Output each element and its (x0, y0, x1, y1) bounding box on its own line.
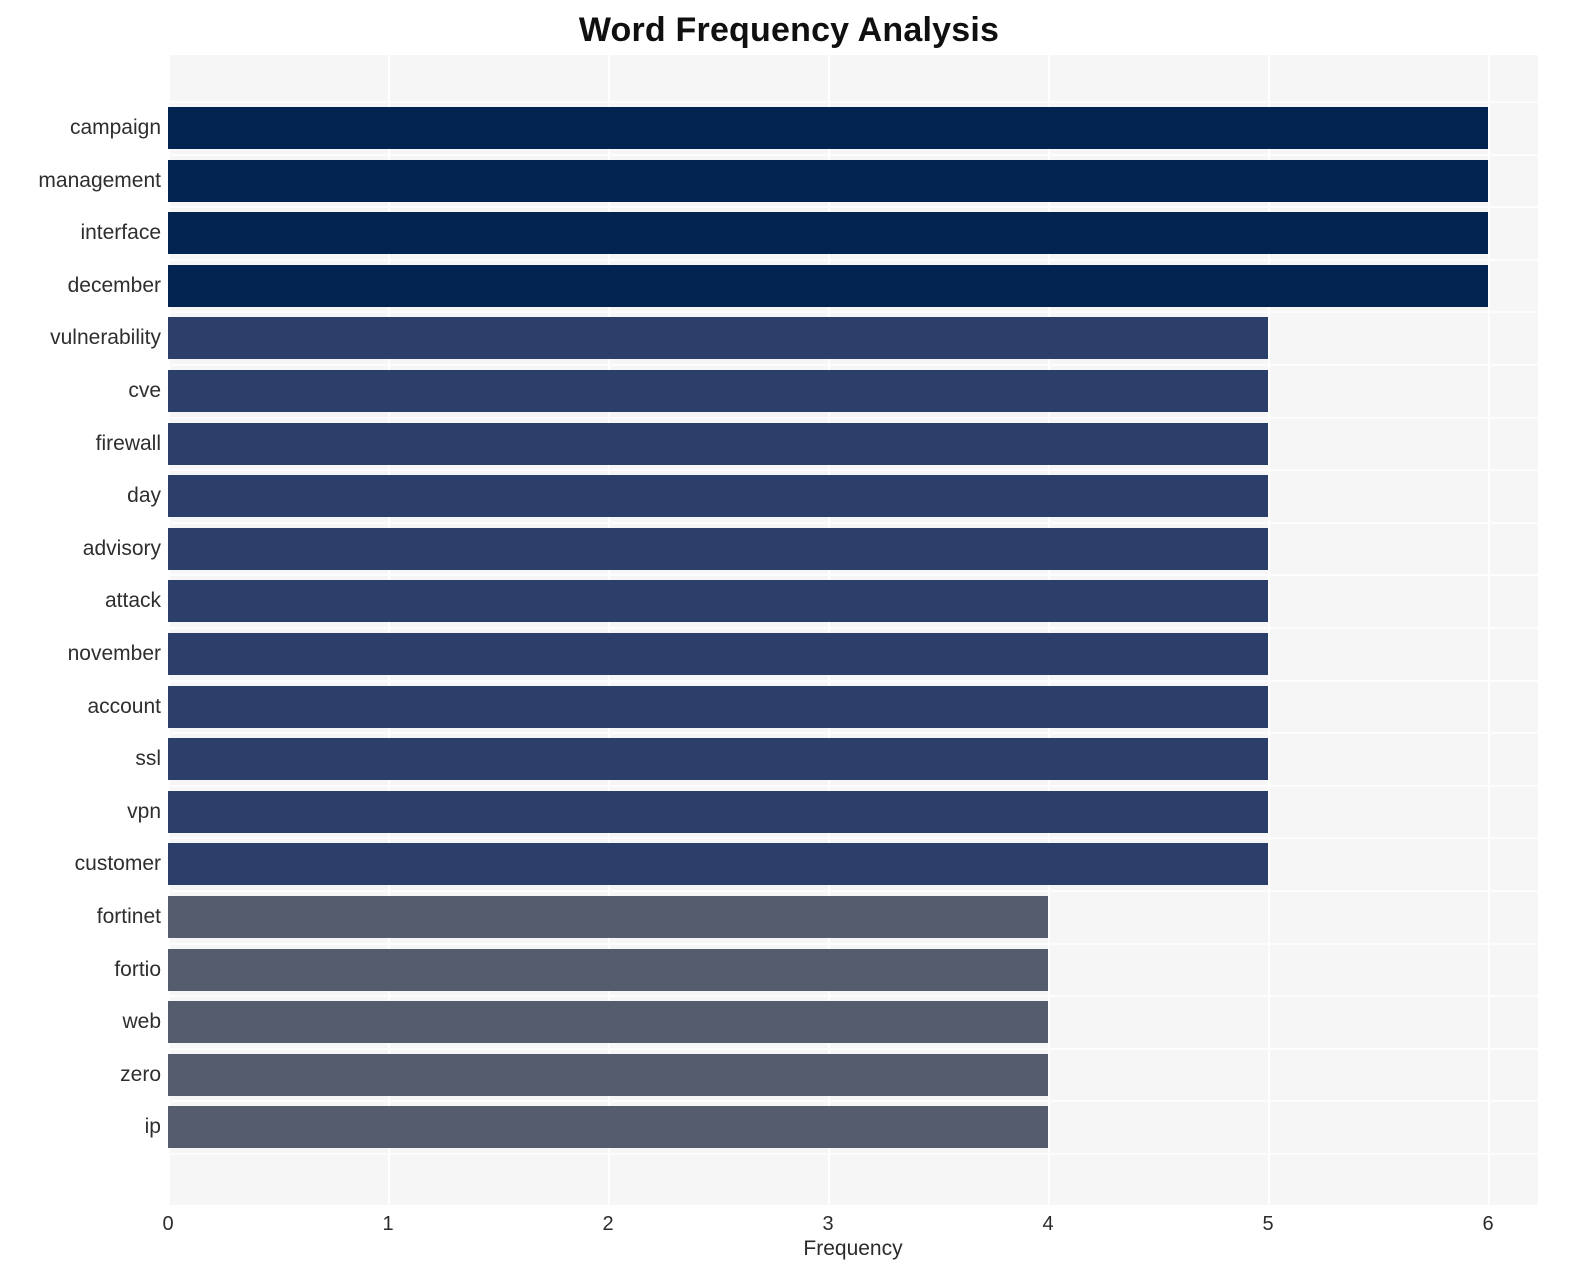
bar (168, 580, 1268, 622)
y-axis-tick-label: web (122, 1010, 161, 1033)
y-axis-tick-label: zero (120, 1063, 161, 1086)
y-gridline (168, 1048, 1538, 1050)
y-gridline (168, 785, 1538, 787)
y-axis-tick-label: advisory (82, 537, 161, 560)
bar (168, 1001, 1048, 1043)
y-gridline (168, 995, 1538, 997)
y-gridline (168, 154, 1538, 156)
x-axis-tick-label: 0 (162, 1213, 174, 1235)
bar (168, 686, 1268, 728)
y-gridline (168, 1153, 1538, 1155)
bar (168, 528, 1268, 570)
y-axis-tick-label: vulnerability (50, 326, 161, 349)
y-axis-tick-label: cve (128, 379, 161, 402)
chart-title: Word Frequency Analysis (578, 11, 1000, 49)
y-axis-tick-label: vpn (127, 800, 161, 823)
y-axis-tick-label: ssl (135, 747, 161, 770)
y-axis-tick-label: customer (74, 852, 161, 875)
y-axis-tick-label: ip (144, 1115, 161, 1138)
bar (168, 791, 1268, 833)
x-gridline (1488, 55, 1490, 1205)
y-gridline (168, 680, 1538, 682)
y-axis-tick-label: december (67, 274, 161, 297)
y-gridline (168, 943, 1538, 945)
y-axis-tick-label: day (127, 484, 161, 507)
y-gridline (168, 364, 1538, 366)
bar (168, 317, 1268, 359)
y-axis-tick-label: fortinet (96, 905, 161, 928)
bar (168, 160, 1488, 202)
y-gridline (168, 574, 1538, 576)
x-axis-tick-label: 3 (822, 1213, 834, 1235)
bar (168, 370, 1268, 412)
y-axis-tick-label: campaign (69, 116, 161, 139)
y-axis-tick-label: attack (104, 589, 161, 612)
y-gridline (168, 206, 1538, 208)
y-axis-tick-label: firewall (95, 432, 161, 455)
x-axis-tick-label: 1 (382, 1213, 394, 1235)
bar (168, 107, 1488, 149)
y-gridline (168, 837, 1538, 839)
x-axis-label: Frequency (803, 1237, 903, 1260)
y-gridline (168, 890, 1538, 892)
bar (168, 265, 1488, 307)
x-axis-tick-label: 2 (602, 1213, 614, 1235)
bar (168, 738, 1268, 780)
bar (168, 423, 1268, 465)
plot-area (168, 55, 1538, 1205)
bar (168, 475, 1268, 517)
bar (168, 896, 1048, 938)
y-axis-tick-label: account (87, 695, 161, 718)
y-gridline (168, 522, 1538, 524)
x-axis-tick-label: 6 (1482, 1213, 1494, 1235)
x-axis-tick-label: 4 (1042, 1213, 1054, 1235)
y-gridline (168, 627, 1538, 629)
y-axis-tick-label: november (67, 642, 161, 665)
y-gridline (168, 101, 1538, 103)
bar (168, 1054, 1048, 1096)
bar (168, 843, 1268, 885)
y-gridline (168, 469, 1538, 471)
bar (168, 212, 1488, 254)
bar (168, 949, 1048, 991)
y-gridline (168, 311, 1538, 313)
y-axis-tick-label: management (38, 169, 161, 192)
y-gridline (168, 1100, 1538, 1102)
word-frequency-chart: Word Frequency Analysis campaign manageme… (0, 0, 1578, 1282)
y-axis-tick-label: fortio (114, 958, 161, 981)
y-gridline (168, 417, 1538, 419)
x-axis-tick-label: 5 (1262, 1213, 1274, 1235)
y-axis-tick-label: interface (80, 221, 161, 244)
y-gridline (168, 732, 1538, 734)
bar (168, 633, 1268, 675)
bar (168, 1106, 1048, 1148)
y-gridline (168, 259, 1538, 261)
